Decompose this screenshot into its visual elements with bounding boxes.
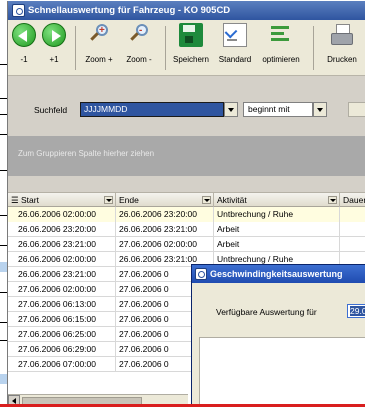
search-input[interactable] bbox=[348, 102, 365, 117]
dialog-title: Geschwindingkeitsauswertung bbox=[210, 269, 343, 279]
window-title: Schnellauswertung für Fahrzeug - KO 905C… bbox=[28, 5, 231, 16]
table-cell-start[interactable]: 27.06.2006 06:25:00 bbox=[8, 327, 116, 342]
filter-icon[interactable] bbox=[328, 196, 337, 204]
standard-button[interactable]: Standard bbox=[216, 23, 254, 73]
table-row[interactable]: 26.06.2006 02:00:00 26.06.2006 23:20:00 Un… bbox=[8, 207, 365, 222]
filter-icon[interactable] bbox=[104, 196, 113, 204]
table-row[interactable]: 26.06.2006 23:20:00 26.06.2006 23:21:00 Ar… bbox=[8, 222, 365, 237]
print-icon bbox=[330, 23, 354, 47]
chevron-down-icon[interactable] bbox=[224, 102, 238, 117]
save-icon bbox=[179, 23, 203, 47]
zoom-in-button[interactable]: + Zoom + bbox=[80, 23, 118, 73]
search-bar: Suchfeld JJJJMMDD beginnt mit bbox=[8, 76, 365, 136]
standard-icon bbox=[223, 23, 247, 47]
table-cell-start[interactable]: 26.06.2006 02:00:00 bbox=[8, 252, 116, 267]
grid-header: ☰ Start Ende Aktivität Dauer bbox=[8, 193, 365, 207]
table-cell-dauer[interactable] bbox=[340, 237, 365, 252]
search-mode-select[interactable]: beginnt mit bbox=[243, 102, 313, 117]
arrow-right-icon bbox=[42, 23, 66, 47]
arrow-left-icon bbox=[12, 23, 36, 47]
filter-icon[interactable] bbox=[202, 196, 211, 204]
chevron-down-icon[interactable] bbox=[313, 102, 327, 117]
table-row[interactable]: 26.06.2006 23:21:00 27.06.2006 02:00:00 Ar… bbox=[8, 237, 365, 252]
zoom-in-label: Zoom + bbox=[85, 55, 113, 64]
optimize-button[interactable]: optimieren bbox=[258, 23, 304, 73]
column-header-start[interactable]: ☰ Start bbox=[8, 193, 116, 207]
dialog-titlebar[interactable]: Geschwindingkeitsauswertung bbox=[192, 265, 365, 283]
grid-menu-icon: ☰ bbox=[11, 195, 21, 205]
app-icon bbox=[195, 268, 207, 280]
column-header-aktivitaet[interactable]: Aktivität bbox=[214, 193, 340, 207]
table-cell-start[interactable]: 27.06.2006 02:00:00 bbox=[8, 282, 116, 297]
dialog-content-area bbox=[199, 337, 365, 407]
search-field-select[interactable]: JJJJMMDD bbox=[80, 102, 224, 117]
evaluation-date-value: 29.03 bbox=[350, 306, 365, 316]
next-button-label: +1 bbox=[49, 55, 59, 64]
previous-button-label: -1 bbox=[20, 55, 28, 64]
table-cell-start[interactable]: 26.06.2006 02:00:00 bbox=[8, 207, 116, 222]
group-by-hint: Zum Gruppieren Spalte hierher ziehen bbox=[18, 149, 155, 158]
column-header-dauer[interactable]: Dauer bbox=[340, 193, 365, 207]
zoom-in-icon: + bbox=[87, 23, 111, 47]
save-button[interactable]: Speichern bbox=[169, 23, 213, 73]
table-cell-ende[interactable]: 26.06.2006 23:21:00 bbox=[116, 222, 214, 237]
table-cell-start[interactable]: 27.06.2006 06:15:00 bbox=[8, 312, 116, 327]
table-cell-aktivitaet[interactable]: Arbeit bbox=[214, 222, 340, 237]
table-cell-dauer[interactable] bbox=[340, 222, 365, 237]
group-by-panel[interactable]: Zum Gruppieren Spalte hierher ziehen bbox=[8, 136, 365, 176]
grid-filter-row bbox=[8, 176, 365, 193]
column-header-ende[interactable]: Ende bbox=[116, 193, 214, 207]
print-label: Drucken bbox=[327, 55, 357, 64]
next-button[interactable]: +1 bbox=[42, 23, 66, 73]
standard-label: Standard bbox=[218, 55, 252, 64]
optimize-label: optimieren bbox=[262, 55, 300, 64]
app-icon bbox=[12, 4, 25, 17]
previous-button[interactable]: -1 bbox=[12, 23, 36, 73]
table-cell-ende[interactable]: 27.06.2006 02:00:00 bbox=[116, 237, 214, 252]
speed-evaluation-dialog: Geschwindingkeitsauswertung Verfügbare A… bbox=[191, 264, 365, 407]
zoom-out-button[interactable]: - Zoom - bbox=[120, 23, 158, 73]
table-cell-start[interactable]: 27.06.2006 07:00:00 bbox=[8, 357, 116, 372]
table-cell-aktivitaet[interactable]: Untbrechung / Ruhe bbox=[214, 207, 340, 222]
print-button[interactable]: Drucken bbox=[322, 23, 362, 73]
search-field-label: Suchfeld bbox=[34, 105, 68, 115]
zoom-out-label: Zoom - bbox=[126, 55, 152, 64]
table-cell-start[interactable]: 26.06.2006 23:21:00 bbox=[8, 237, 116, 252]
table-cell-aktivitaet[interactable]: Arbeit bbox=[214, 237, 340, 252]
toolbar-separator bbox=[75, 26, 76, 70]
zoom-out-icon: - bbox=[127, 23, 151, 47]
table-cell-start[interactable]: 27.06.2006 06:29:00 bbox=[8, 342, 116, 357]
column-header-aktivitaet-label: Aktivität bbox=[217, 195, 247, 205]
column-header-ende-label: Ende bbox=[119, 195, 139, 205]
evaluation-label: Verfügbare Auswertung für bbox=[216, 307, 317, 317]
toolbar-separator bbox=[313, 26, 314, 70]
toolbar-separator bbox=[165, 26, 166, 70]
table-cell-start[interactable]: 26.06.2006 23:21:00 bbox=[8, 267, 116, 282]
toolbar: -1 +1 + Zoom + - Zoom - Speichern Standa… bbox=[8, 20, 365, 76]
table-cell-dauer[interactable] bbox=[340, 207, 365, 222]
column-header-start-label: Start bbox=[20, 195, 39, 205]
save-label: Speichern bbox=[172, 55, 210, 64]
optimize-icon bbox=[269, 23, 293, 47]
evaluation-date-input[interactable]: 29.03 bbox=[347, 304, 365, 318]
quick-evaluation-window: Schnellauswertung für Fahrzeug - KO 905C… bbox=[7, 1, 365, 407]
table-cell-ende[interactable]: 26.06.2006 23:20:00 bbox=[116, 207, 214, 222]
table-cell-start[interactable]: 27.06.2006 06:13:00 bbox=[8, 297, 116, 312]
column-header-dauer-label: Dauer bbox=[343, 195, 365, 205]
window-titlebar[interactable]: Schnellauswertung für Fahrzeug - KO 905C… bbox=[8, 1, 365, 20]
table-cell-start[interactable]: 26.06.2006 23:20:00 bbox=[8, 222, 116, 237]
